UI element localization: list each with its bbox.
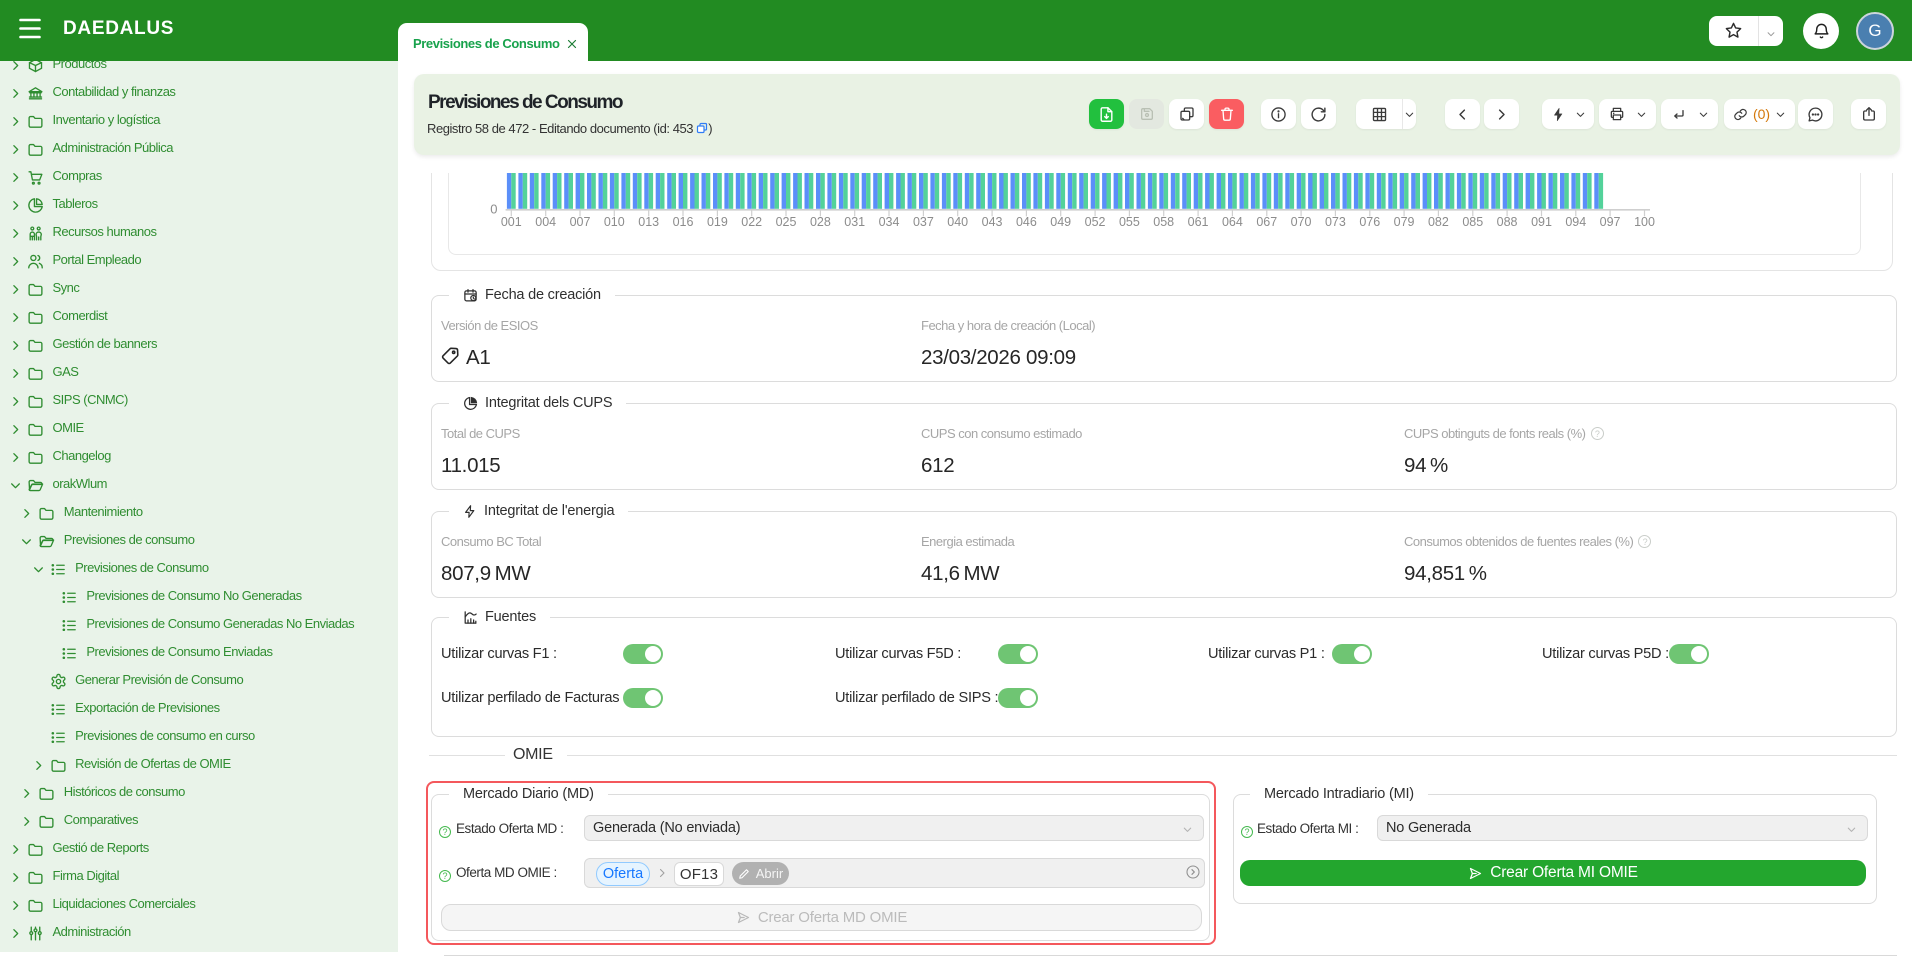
svg-text:097: 097 <box>1600 215 1621 229</box>
svg-text:016: 016 <box>673 215 694 229</box>
svg-text:004: 004 <box>535 215 556 229</box>
svg-text:076: 076 <box>1359 215 1380 229</box>
svg-text:046: 046 <box>1016 215 1037 229</box>
svg-text:085: 085 <box>1462 215 1483 229</box>
svg-text:073: 073 <box>1325 215 1346 229</box>
svg-text:043: 043 <box>982 215 1003 229</box>
svg-text:070: 070 <box>1291 215 1312 229</box>
svg-text:013: 013 <box>638 215 659 229</box>
svg-text:019: 019 <box>707 215 728 229</box>
svg-text:100: 100 <box>1634 215 1655 229</box>
svg-text:028: 028 <box>810 215 831 229</box>
svg-text:064: 064 <box>1222 215 1243 229</box>
svg-text:091: 091 <box>1531 215 1552 229</box>
svg-text:022: 022 <box>741 215 762 229</box>
svg-text:088: 088 <box>1497 215 1518 229</box>
svg-text:037: 037 <box>913 215 934 229</box>
svg-text:034: 034 <box>879 215 900 229</box>
svg-text:058: 058 <box>1153 215 1174 229</box>
svg-text:049: 049 <box>1050 215 1071 229</box>
svg-text:040: 040 <box>947 215 968 229</box>
svg-text:007: 007 <box>570 215 591 229</box>
svg-text:052: 052 <box>1085 215 1106 229</box>
svg-text:001: 001 <box>501 215 522 229</box>
svg-text:055: 055 <box>1119 215 1140 229</box>
svg-text:067: 067 <box>1256 215 1277 229</box>
svg-text:079: 079 <box>1394 215 1415 229</box>
svg-text:010: 010 <box>604 215 625 229</box>
svg-text:025: 025 <box>776 215 797 229</box>
svg-text:094: 094 <box>1565 215 1586 229</box>
svg-text:0: 0 <box>490 202 497 217</box>
svg-text:031: 031 <box>844 215 865 229</box>
svg-text:061: 061 <box>1188 215 1209 229</box>
svg-text:082: 082 <box>1428 215 1449 229</box>
